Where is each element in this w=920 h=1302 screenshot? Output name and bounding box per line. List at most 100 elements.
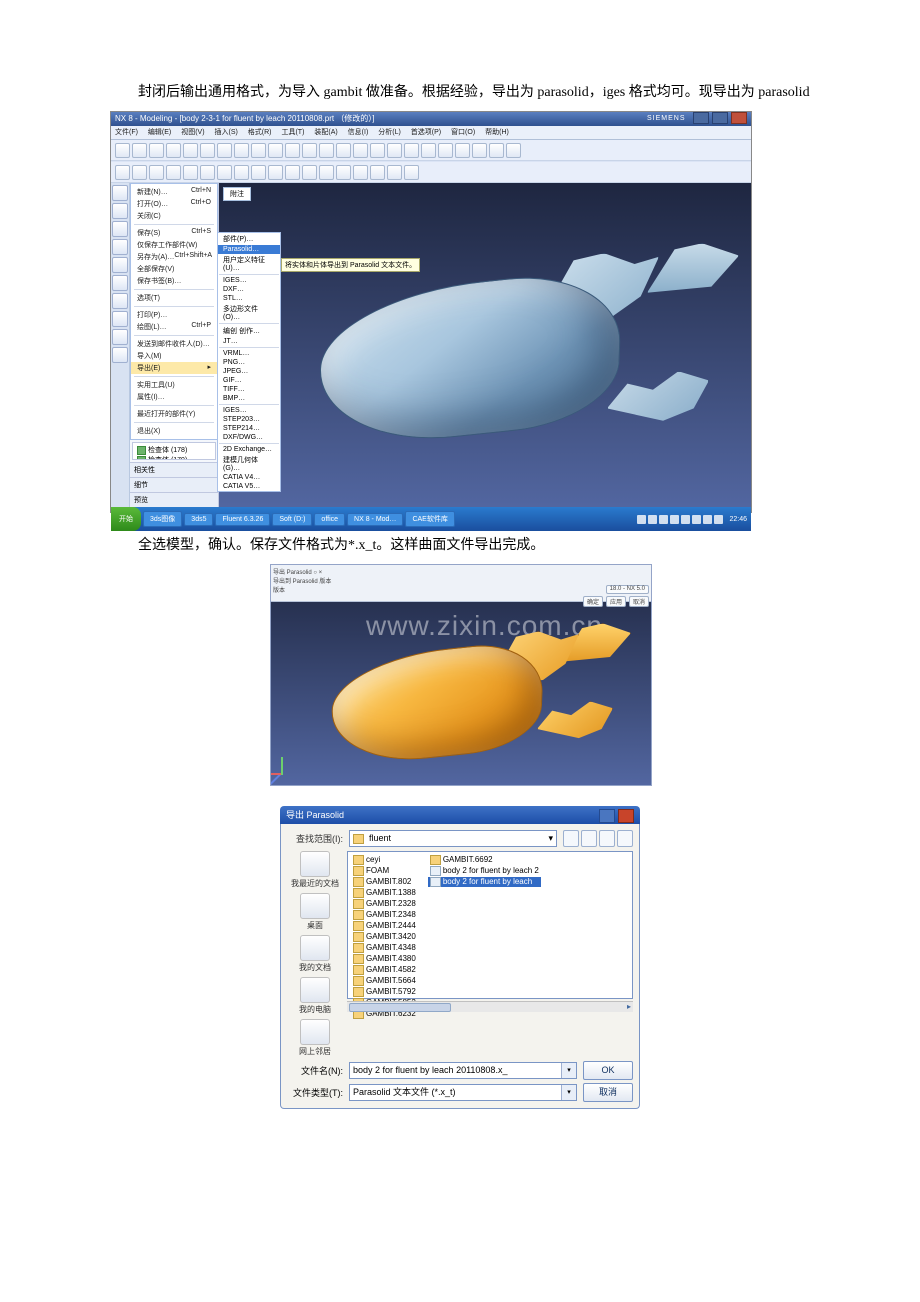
submenu-item[interactable]: VRML… <box>218 349 280 358</box>
save-file-dialog[interactable]: 导出 Parasolid 查找范围(I): fluent ▾ 我最近的文档 <box>280 806 640 1109</box>
vtab-icon[interactable] <box>112 185 128 201</box>
taskbar-button[interactable]: NX 8 - Mod… <box>347 513 403 526</box>
toolbar-icon[interactable] <box>353 143 368 158</box>
toolbar-icon[interactable] <box>387 165 402 180</box>
toolbar-icon[interactable] <box>217 165 232 180</box>
toolbar-icon[interactable] <box>285 165 300 180</box>
submenu-item[interactable]: JT… <box>218 337 280 346</box>
nav-icons[interactable] <box>563 830 633 847</box>
menu-insert[interactable]: 插入(S) <box>215 129 238 136</box>
submenu-item[interactable]: GIF… <box>218 376 280 385</box>
help-icon[interactable] <box>599 809 615 823</box>
menu-item[interactable]: 最近打开的部件(Y) <box>131 408 217 420</box>
file-item[interactable]: GAMBIT.3420 <box>351 932 418 942</box>
toolbar-icon[interactable] <box>370 165 385 180</box>
menu-item[interactable]: 退出(X) <box>131 425 217 437</box>
file-item[interactable]: GAMBIT.4348 <box>351 943 418 953</box>
feature-tree[interactable]: 检查体 (178) 检查体 (179) 检查体 (180) 检查体 (181) … <box>132 442 216 460</box>
taskbar-button[interactable]: CAE软件库 <box>405 511 454 527</box>
file-item[interactable]: GAMBIT.1388 <box>351 888 418 898</box>
menu-item[interactable]: 实用工具(U) <box>131 379 217 391</box>
toolbar-icon[interactable] <box>251 165 266 180</box>
tray-icon[interactable] <box>648 515 657 524</box>
close-icon[interactable] <box>618 809 634 823</box>
export-parasolid-dialog[interactable]: 导出 Parasolid ○ × 导出到 Parasolid 版本 版本 18.… <box>271 565 651 602</box>
file-item[interactable]: GAMBIT.4380 <box>351 954 418 964</box>
toolbar-icon[interactable] <box>353 165 368 180</box>
dropdown-icon[interactable]: ▾ <box>561 1063 576 1078</box>
taskbar-button[interactable]: Soft (D:) <box>272 513 312 526</box>
file-list[interactable]: ceyi FOAM GAMBIT.802 GAMBIT.1388 GAMBIT.… <box>347 851 633 999</box>
apply-button[interactable]: 应用 <box>606 596 626 607</box>
toolbar-icon[interactable] <box>183 143 198 158</box>
place-network[interactable]: 网上邻居 <box>299 1019 331 1057</box>
new-folder-icon[interactable] <box>599 830 615 847</box>
menu-item[interactable]: 另存为(A)…Ctrl+Shift+A <box>131 251 217 263</box>
toolbar-icon[interactable] <box>404 143 419 158</box>
file-item[interactable]: GAMBIT.802 <box>351 877 418 887</box>
menu-pref[interactable]: 首选项(P) <box>411 129 441 136</box>
vtab-icon[interactable] <box>112 257 128 273</box>
menu-item-export[interactable]: 导出(E)▸ <box>131 362 217 374</box>
horizontal-scrollbar[interactable]: ▸ <box>347 1001 633 1012</box>
menu-help[interactable]: 帮助(H) <box>485 129 509 136</box>
ok-button[interactable]: 确定 <box>583 596 603 607</box>
vtab-icon[interactable] <box>112 239 128 255</box>
toolbar-icon[interactable] <box>200 143 215 158</box>
menu-item[interactable]: 发送到邮件收件人(D)… <box>131 338 217 350</box>
toolbar-icon[interactable] <box>336 143 351 158</box>
minimize-icon[interactable] <box>693 112 709 124</box>
tray-icon[interactable] <box>681 515 690 524</box>
taskbar-button[interactable]: Fluent 6.3.26 <box>215 513 270 526</box>
toolbar-icon[interactable] <box>336 165 351 180</box>
tray-icon[interactable] <box>692 515 701 524</box>
toolbar-icon[interactable] <box>506 143 521 158</box>
submenu-item[interactable]: IGES… <box>218 276 280 285</box>
tray-icon[interactable] <box>714 515 723 524</box>
back-icon[interactable] <box>563 830 579 847</box>
menu-item[interactable]: 关闭(C) <box>131 210 217 222</box>
places-bar[interactable]: 我最近的文档 桌面 我的文档 我的电脑 网上邻居 <box>287 851 343 1057</box>
toolbar-icon[interactable] <box>268 165 283 180</box>
nx-toolbar-2[interactable] <box>111 161 751 183</box>
toolbar-icon[interactable] <box>149 165 164 180</box>
up-icon[interactable] <box>581 830 597 847</box>
scroll-thumb[interactable] <box>349 1003 451 1012</box>
nx-resource-tabs[interactable] <box>111 183 130 507</box>
filename-input[interactable]: body 2 for fluent by leach 20110808.x_▾ <box>349 1062 577 1079</box>
tray-icon[interactable] <box>659 515 668 524</box>
nx-menubar[interactable]: 文件(F) 编辑(E) 视图(V) 插入(S) 格式(R) 工具(T) 装配(A… <box>111 126 751 140</box>
tray-icon[interactable] <box>670 515 679 524</box>
toolbar-icon[interactable] <box>302 143 317 158</box>
file-item[interactable]: GAMBIT.2348 <box>351 910 418 920</box>
toolbar-icon[interactable] <box>319 143 334 158</box>
toolbar-icon[interactable] <box>217 143 232 158</box>
submenu-item[interactable]: DXF/DWG… <box>218 433 280 442</box>
taskbar-button[interactable]: office <box>314 513 345 526</box>
toolbar-icon[interactable] <box>251 143 266 158</box>
file-item[interactable]: ceyi <box>351 855 418 865</box>
submenu-item[interactable]: JPEG… <box>218 367 280 376</box>
windows-taskbar[interactable]: 开始 3ds图像 3ds5 Fluent 6.3.26 Soft (D:) of… <box>111 507 751 531</box>
file-item[interactable]: GAMBIT.2444 <box>351 921 418 931</box>
submenu-item[interactable]: STL… <box>218 294 280 303</box>
submenu-item[interactable]: PNG… <box>218 358 280 367</box>
menu-info[interactable]: 信息(I) <box>348 129 369 136</box>
file-menu-dropdown[interactable]: 新建(N)…Ctrl+N 打开(O)…Ctrl+O 关闭(C) 保存(S)Ctr… <box>130 183 218 440</box>
file-item[interactable]: body 2 for fluent by leach 2 <box>428 866 541 876</box>
view-icon[interactable] <box>617 830 633 847</box>
taskbar-button[interactable]: 3ds图像 <box>143 511 182 527</box>
dropdown-icon[interactable]: ▾ <box>561 1085 576 1100</box>
menu-item[interactable]: 选项(T) <box>131 292 217 304</box>
menu-window[interactable]: 窗口(O) <box>451 129 475 136</box>
vtab-icon[interactable] <box>112 203 128 219</box>
toolbar-icon[interactable] <box>387 143 402 158</box>
menu-item[interactable]: 打开(O)…Ctrl+O <box>131 198 217 210</box>
toolbar-icon[interactable] <box>234 143 249 158</box>
toolbar-icon[interactable] <box>115 165 130 180</box>
toolbar-icon[interactable] <box>234 165 249 180</box>
menu-file[interactable]: 文件(F) <box>115 129 138 136</box>
menu-tools[interactable]: 工具(T) <box>281 129 304 136</box>
taskbar-button[interactable]: 3ds5 <box>184 513 213 526</box>
file-item[interactable]: FOAM <box>351 866 418 876</box>
